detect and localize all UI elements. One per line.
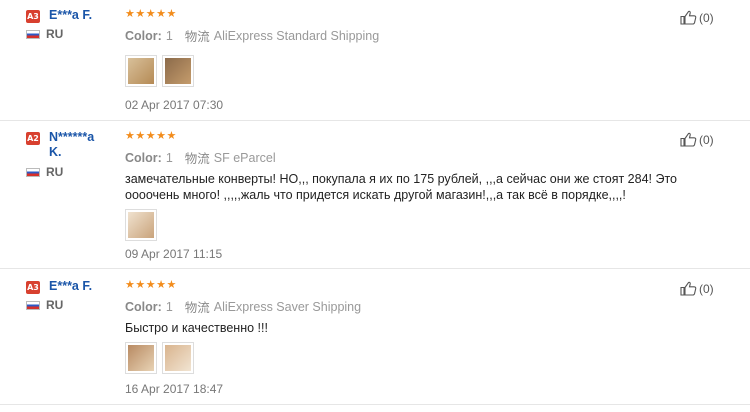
envelope-photo-icon (165, 345, 191, 371)
color-value: 1 (165, 28, 173, 43)
order-info: Color: 1 物流 AliExpress Standard Shipping (125, 26, 685, 45)
star-rating: ★★★★★ (125, 279, 177, 291)
review-content: ★★★★★ Color: 1 物流 AliExpress Saver Shipp… (125, 279, 685, 396)
shipping-method: SF eParcel (213, 150, 276, 165)
russia-flag-icon (26, 29, 40, 39)
buyer-name: N******a K. (49, 130, 95, 159)
buyer-country: RU (46, 298, 64, 312)
review-date: 16 Apr 2017 18:47 (125, 382, 224, 396)
review-date: 09 Apr 2017 11:15 (125, 247, 223, 261)
helpful-button[interactable]: (0) (680, 132, 714, 147)
buyer-level-badge: A3 (26, 10, 40, 23)
buyer-info: A2 N******a K. RU (26, 130, 122, 179)
color-label: Color: (125, 299, 162, 314)
russia-flag-icon (26, 300, 40, 310)
buyer-country: RU (46, 27, 64, 41)
review-content: ★★★★★ Color: 1 物流 SF eParcel замечательн… (125, 130, 685, 261)
review-photo-thumbnail[interactable] (125, 209, 157, 241)
review-text: замечательные конверты! НО,,, покупала я… (125, 172, 677, 202)
thumbs-up-icon (680, 281, 697, 296)
review-date: 02 Apr 2017 07:30 (125, 98, 224, 112)
review-content: ★★★★★ Color: 1 物流 AliExpress Standard Sh… (125, 8, 685, 112)
review-photo-thumbnail[interactable] (162, 55, 194, 87)
buyer-name: E***a F. (49, 279, 93, 293)
shipping-method: AliExpress Standard Shipping (213, 28, 380, 43)
order-info: Color: 1 物流 AliExpress Saver Shipping (125, 297, 685, 316)
color-label: Color: (125, 28, 162, 43)
envelope-photo-icon (165, 58, 191, 84)
helpful-count: (0) (699, 281, 714, 296)
helpful-button[interactable]: (0) (680, 10, 714, 25)
envelope-photo-icon (128, 212, 154, 238)
review-photo-thumbnail[interactable] (162, 342, 194, 374)
review-item: A3 E***a F. RU ★★★★★ Color: 1 物流 AliExpr… (0, 8, 750, 121)
envelope-photo-icon (128, 345, 154, 371)
order-info: Color: 1 物流 SF eParcel (125, 148, 685, 167)
star-rating: ★★★★★ (125, 8, 177, 20)
color-value: 1 (165, 150, 173, 165)
logistics-label: 物流 (184, 30, 210, 44)
shipping-method: AliExpress Saver Shipping (213, 299, 362, 314)
review-text: Быстро и качественно !!! (125, 321, 268, 335)
buyer-info: A3 E***a F. RU (26, 8, 122, 41)
helpful-count: (0) (699, 132, 714, 147)
russia-flag-icon (26, 167, 40, 177)
buyer-info: A3 E***a F. RU (26, 279, 122, 312)
review-item: A3 E***a F. RU ★★★★★ Color: 1 物流 AliExpr… (0, 279, 750, 405)
thumbs-up-icon (680, 10, 697, 25)
helpful-count: (0) (699, 10, 714, 25)
logistics-label: 物流 (184, 301, 210, 315)
envelope-photo-icon (128, 58, 154, 84)
color-value: 1 (165, 299, 173, 314)
thumbs-up-icon (680, 132, 697, 147)
buyer-level-badge: A3 (26, 281, 40, 294)
review-item: A2 N******a K. RU ★★★★★ Color: 1 物流 SF e… (0, 130, 750, 269)
logistics-label: 物流 (184, 152, 210, 166)
color-label: Color: (125, 150, 162, 165)
review-photo-thumbnail[interactable] (125, 55, 157, 87)
buyer-name: E***a F. (49, 8, 93, 22)
helpful-button[interactable]: (0) (680, 281, 714, 296)
buyer-country: RU (46, 165, 64, 179)
star-rating: ★★★★★ (125, 130, 177, 142)
review-photo-thumbnail[interactable] (125, 342, 157, 374)
